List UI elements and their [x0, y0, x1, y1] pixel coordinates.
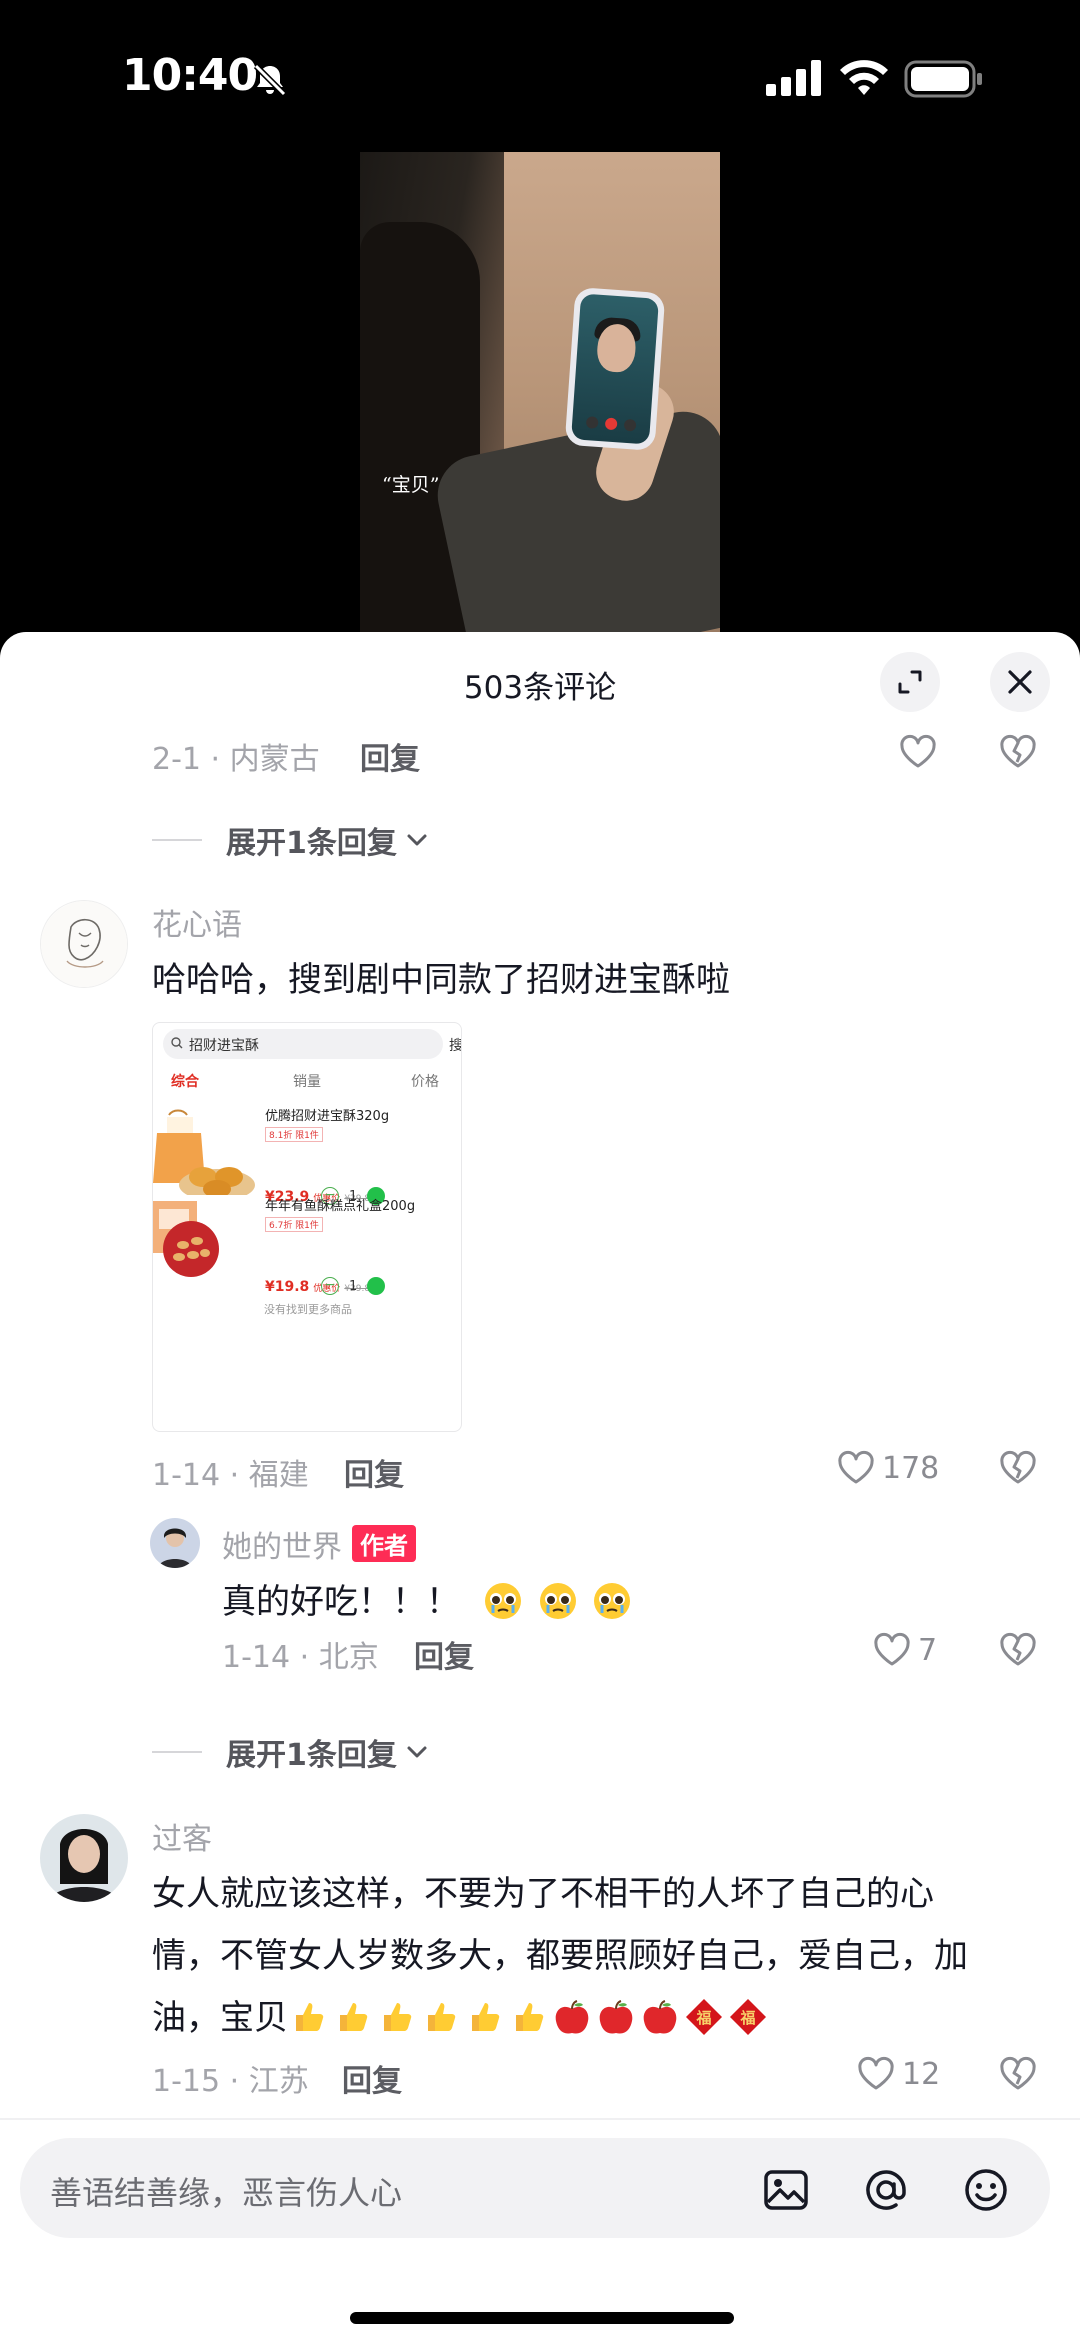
avatar-illustration [41, 901, 127, 987]
at-icon[interactable] [862, 2166, 910, 2214]
close-button[interactable] [990, 652, 1050, 712]
expand-replies-label: 展开1条回复 [226, 826, 397, 861]
thumbs-up-icon [516, 2003, 544, 2031]
product-title: 年年有鱼酥糕点礼盒200g [265, 1199, 416, 1214]
comment-text-line: 女人就应该这样，不要为了不相干的人坏了自己的心 [152, 1874, 934, 1914]
status-bar: 10:40 [0, 0, 1080, 150]
video-subtitle: “宝贝” [382, 474, 440, 496]
like-count: 12 [902, 2056, 941, 2092]
pleading-face-icon [484, 1583, 521, 1619]
expand-replies-label: 展开1条回复 [226, 1738, 397, 1773]
pleading-face-icon [539, 1583, 576, 1619]
chevron-down-icon [407, 834, 427, 846]
fu-char: 福 [739, 2009, 755, 2027]
comment-input[interactable]: 善语结善缘，恶言伤人心 [20, 2138, 1050, 2238]
product-image [153, 1195, 257, 1305]
broken-heart-icon[interactable] [998, 732, 1038, 772]
shot-tab: 销量 [293, 1074, 321, 1090]
comment-text: 哈哈哈，搜到剧中同款了招财进宝酥啦 [152, 960, 730, 1000]
reply-text: 真的好吃！！！ [222, 1582, 460, 1622]
thumbs-up-icon [296, 2003, 324, 2031]
avatar[interactable] [150, 1518, 200, 1568]
comment-username[interactable]: 过客 [152, 1814, 212, 1858]
pleading-face-icon [594, 1583, 631, 1619]
thumbs-up-icon [340, 2003, 368, 2031]
comment-meta: 1-15 · 江苏 [152, 2064, 309, 2099]
reply-button[interactable]: 回复 [344, 1450, 404, 1494]
emoji-row: 福福 [288, 1998, 772, 2038]
shot-search-field: 招财进宝酥 [163, 1029, 443, 1059]
like-button[interactable]: 178 [836, 1448, 939, 1488]
comment-meta: 1-14 · 福建 [152, 1458, 309, 1493]
broken-heart-icon[interactable] [998, 1448, 1038, 1488]
fu-diamond-icon: 福 [730, 1999, 766, 2035]
quantity-stepper: − 1 [321, 1277, 386, 1295]
image-icon[interactable] [762, 2166, 810, 2214]
wifi-icon [840, 60, 888, 95]
expand-replies-button[interactable]: 展开1条回复 [152, 1730, 429, 1774]
product-title: 优腾招财进宝酥320g [265, 1109, 390, 1124]
thumbs-up-icon [384, 2003, 412, 2031]
comment-image[interactable]: 招财进宝酥 搜 综合 销量 价格 优腾招财进宝酥320g 8.1折 限1件 ¥2… [152, 1022, 462, 1432]
reply-button[interactable]: 回复 [342, 2056, 402, 2100]
avatar-photo [150, 1518, 200, 1568]
like-count: 178 [882, 1450, 940, 1486]
quantity-value: 1 [349, 1278, 358, 1294]
status-time: 10:40 [122, 50, 258, 101]
minus-icon: − [321, 1277, 339, 1295]
battery-icon [904, 60, 982, 98]
search-icon [171, 1037, 183, 1049]
shot-search-button: 搜 [449, 1038, 462, 1054]
like-button[interactable]: 12 [856, 2054, 940, 2094]
bell-slash-icon [253, 63, 287, 97]
comment-input-placeholder: 善语结善缘，恶言伤人心 [50, 2174, 403, 2212]
comment-text-line: 情，不管女人岁数多大，都要照顾好自己，爱自己，加 [152, 1936, 968, 1976]
comment-text-line: 油，宝贝 [152, 1998, 288, 2038]
avatar[interactable] [40, 1814, 128, 1902]
red-apple-icon [643, 2000, 677, 2034]
divider [0, 2118, 1080, 2120]
avatar[interactable] [40, 900, 128, 988]
expand-replies-button[interactable]: 展开1条回复 [152, 818, 429, 862]
close-icon [1008, 670, 1032, 694]
reply-button[interactable]: 回复 [360, 734, 420, 778]
comment-username[interactable]: 花心语 [152, 900, 242, 944]
heart-outline-icon [838, 1450, 874, 1484]
heart-outline-icon [858, 2056, 894, 2090]
reply-meta: 1-14 · 北京 [222, 1640, 379, 1675]
like-count: 7 [918, 1632, 938, 1668]
broken-heart-icon[interactable] [998, 1630, 1038, 1670]
product-discount-tag: 8.1折 限1件 [265, 1127, 323, 1142]
comment-meta: 2-1 · 内蒙古 [152, 742, 320, 777]
fullscreen-button[interactable] [880, 652, 940, 712]
reply-username[interactable]: 她的世界 [222, 1530, 342, 1565]
heart-outline-icon [874, 1632, 910, 1666]
cell-signal-icon [766, 60, 821, 96]
chevron-down-icon [407, 1746, 427, 1758]
shot-tab: 价格 [411, 1074, 439, 1090]
emoji-icon[interactable] [962, 2166, 1010, 2214]
video-player[interactable]: “宝贝” [360, 152, 720, 634]
video-phone-prop [564, 287, 666, 451]
shot-footer-text: 没有找到更多商品 [264, 1303, 352, 1316]
comment-sheet: 503条评论 2-1 · 内蒙古 回复 展开1条回复 花心语 哈哈哈，搜到剧中同… [0, 632, 1080, 2346]
expand-icon [898, 670, 922, 694]
fu-diamond-icon: 福 [686, 1999, 722, 2035]
fu-char: 福 [695, 2009, 711, 2027]
shot-tab: 综合 [171, 1074, 199, 1090]
broken-heart-icon[interactable] [998, 2054, 1038, 2094]
heart-outline-icon[interactable] [898, 732, 938, 772]
thumbs-up-icon [428, 2003, 456, 2031]
reply-button[interactable]: 回复 [414, 1632, 474, 1676]
like-button[interactable]: 7 [872, 1630, 937, 1670]
avatar-photo [40, 1814, 128, 1902]
red-apple-icon [555, 2000, 589, 2034]
plus-icon [367, 1277, 386, 1295]
product-discount-tag: 6.7折 限1件 [265, 1217, 323, 1232]
author-badge: 作者 [352, 1525, 416, 1562]
home-indicator [350, 2312, 734, 2324]
product-price: ¥19.8 [265, 1279, 310, 1295]
thumbs-up-icon [472, 2003, 500, 2031]
red-apple-icon [599, 2000, 633, 2034]
